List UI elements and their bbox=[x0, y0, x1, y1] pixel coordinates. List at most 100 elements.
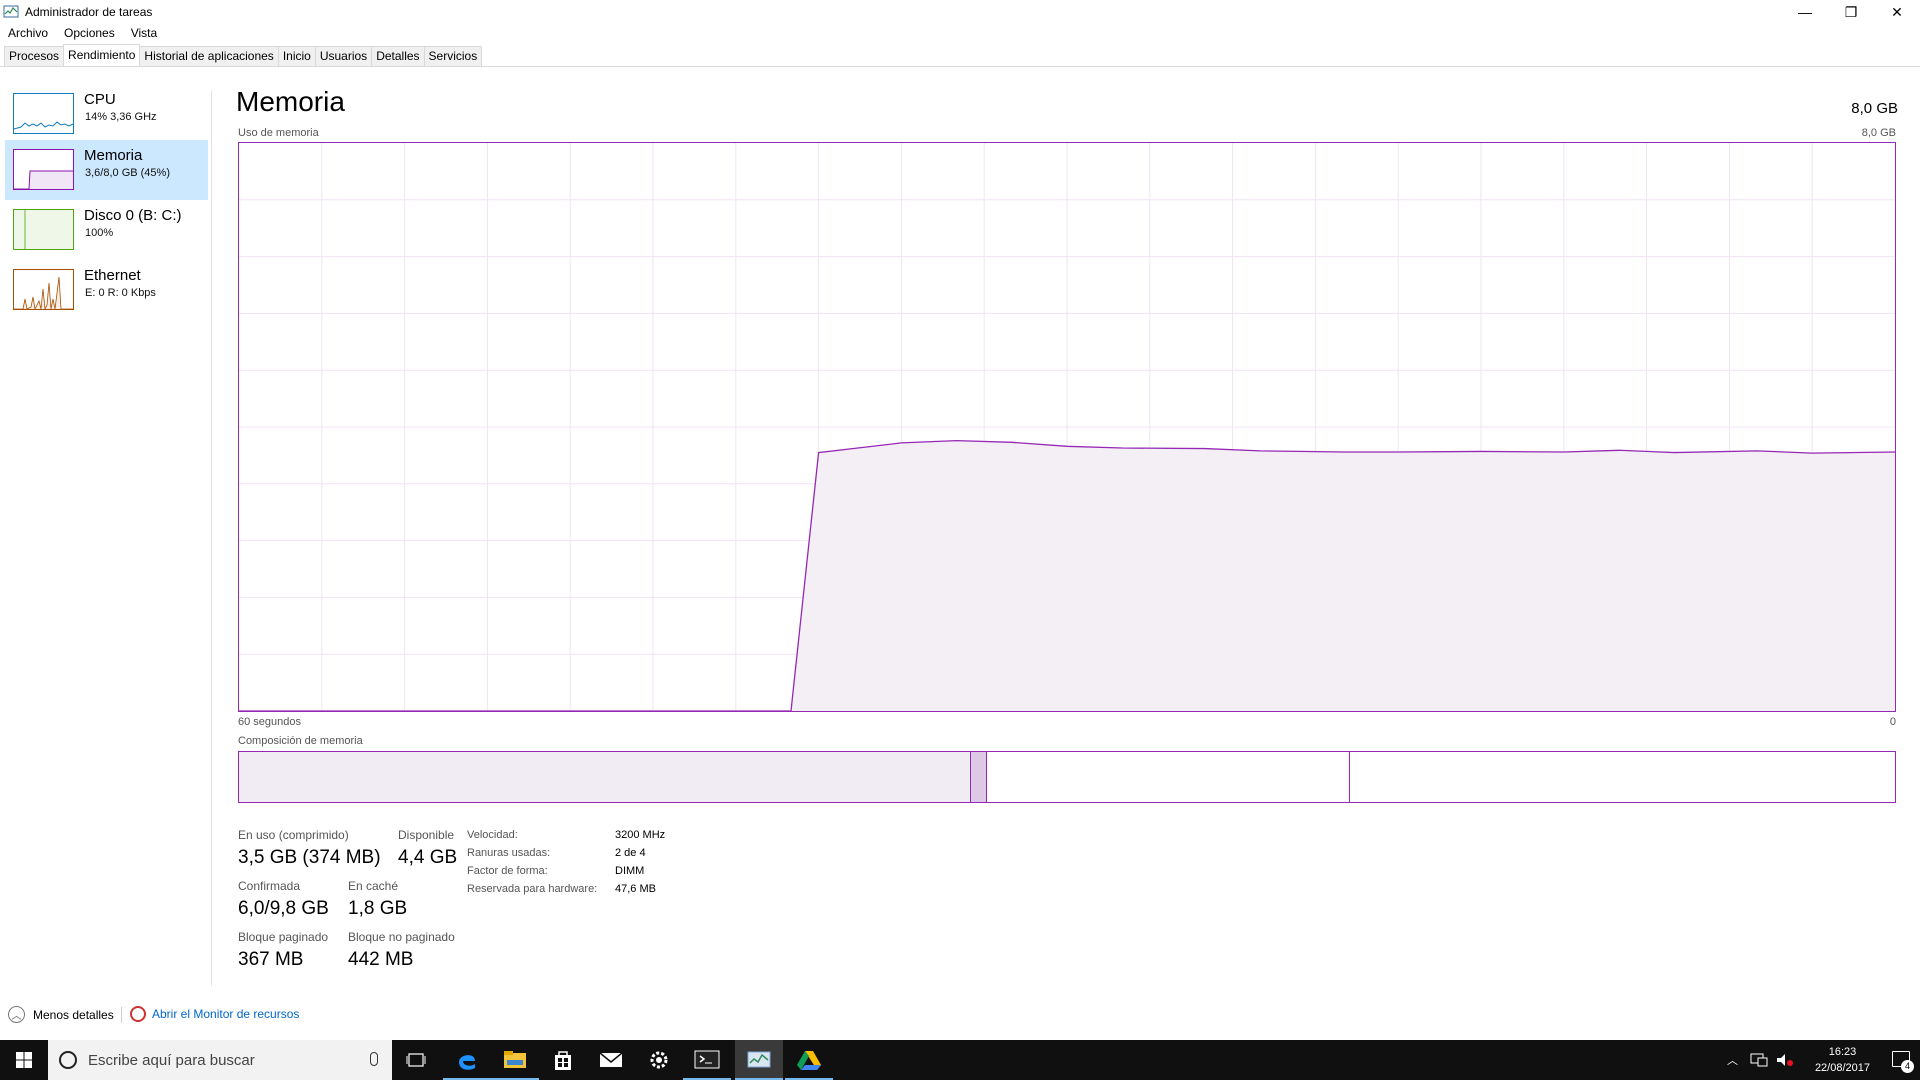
in-use-label: En uso (comprimido) bbox=[238, 828, 349, 842]
microphone-icon[interactable] bbox=[370, 1052, 378, 1066]
graph-time-right: 0 bbox=[1889, 716, 1896, 728]
memory-usage-graph bbox=[238, 142, 1896, 712]
tab-strip: Procesos Rendimiento Historial de aplica… bbox=[4, 44, 483, 67]
nonpaged-pool-value: 442 MB bbox=[348, 949, 414, 970]
memory-thumbnail bbox=[13, 149, 74, 190]
form-factor-label: Factor de forma: bbox=[467, 865, 548, 877]
memory-composition-bar[interactable] bbox=[238, 751, 1896, 803]
sidebar-item-label: Memoria bbox=[84, 147, 143, 164]
chevron-up-icon: ︿ bbox=[8, 1006, 25, 1023]
task-manager-taskbar-icon[interactable] bbox=[735, 1040, 783, 1080]
menu-archivo[interactable]: Archivo bbox=[0, 24, 56, 43]
graph-time-left: 60 segundos bbox=[238, 716, 301, 728]
sidebar-item-label: Ethernet bbox=[84, 267, 141, 284]
sidebar-item-detail: E: 0 R: 0 Kbps bbox=[85, 287, 156, 299]
clock-time: 16:23 bbox=[1828, 1046, 1857, 1058]
slots-label: Ranuras usadas: bbox=[467, 847, 551, 859]
settings-gear-icon[interactable] bbox=[635, 1040, 683, 1080]
fewer-details-label: Menos detalles bbox=[33, 1007, 114, 1022]
cortana-icon bbox=[59, 1051, 77, 1069]
paged-pool-label: Bloque paginado bbox=[238, 930, 329, 944]
volume-muted-icon[interactable] bbox=[1776, 1053, 1794, 1067]
memory-usage-chart bbox=[239, 143, 1895, 711]
footer: ︿ Menos detalles Abrir el Monitor de rec… bbox=[0, 1002, 1920, 1028]
sidebar: CPU 14% 3,36 GHz Memoria 3,6/8,0 GB (45%… bbox=[0, 67, 211, 982]
composition-label: Composición de memoria bbox=[238, 735, 363, 747]
menu-vista[interactable]: Vista bbox=[123, 24, 165, 43]
taskbar-clock[interactable]: 16:23 22/08/2017 bbox=[1815, 1044, 1870, 1076]
disk-thumbnail bbox=[13, 209, 74, 250]
graph-max-label: 8,0 GB bbox=[1861, 127, 1896, 139]
google-drive-icon[interactable] bbox=[785, 1040, 833, 1080]
minimize-button[interactable]: — bbox=[1782, 0, 1828, 24]
form-factor-value: DIMM bbox=[615, 865, 645, 877]
cached-label: En caché bbox=[348, 879, 399, 893]
paged-pool-value: 367 MB bbox=[238, 949, 304, 970]
sidebar-item-detail: 3,6/8,0 GB (45%) bbox=[85, 167, 170, 179]
resource-monitor-icon bbox=[130, 1006, 146, 1022]
sidebar-item-detail: 100% bbox=[85, 227, 114, 239]
taskbar-search[interactable]: Escribe aquí para buscar bbox=[48, 1040, 392, 1080]
clock-date: 22/08/2017 bbox=[1814, 1062, 1870, 1074]
mail-icon[interactable] bbox=[587, 1040, 635, 1080]
available-label: Disponible bbox=[398, 828, 455, 842]
slots-value: 2 de 4 bbox=[615, 847, 646, 859]
tab-rendimiento[interactable]: Rendimiento bbox=[63, 44, 141, 66]
windows-logo-icon bbox=[16, 1052, 32, 1068]
free-segment[interactable] bbox=[1350, 752, 1895, 802]
cached-value: 1,8 GB bbox=[348, 898, 408, 919]
fewer-details-button[interactable]: ︿ Menos detalles bbox=[8, 1006, 114, 1023]
tab-inicio[interactable]: Inicio bbox=[277, 46, 316, 66]
tab-historial[interactable]: Historial de aplicaciones bbox=[139, 46, 279, 66]
cpu-thumbnail bbox=[13, 93, 74, 134]
committed-label: Confirmada bbox=[238, 879, 301, 893]
system-tray: ︿ bbox=[1727, 1040, 1794, 1080]
task-view-icon[interactable] bbox=[392, 1040, 440, 1080]
tab-detalles[interactable]: Detalles bbox=[371, 46, 425, 66]
notification-count-badge: 4 bbox=[1901, 1060, 1914, 1073]
window-title: Administrador de tareas bbox=[25, 5, 153, 19]
nonpaged-pool-label: Bloque no paginado bbox=[348, 930, 455, 944]
tab-usuarios[interactable]: Usuarios bbox=[314, 46, 373, 66]
footer-separator bbox=[121, 1007, 122, 1023]
search-placeholder: Escribe aquí para buscar bbox=[88, 1051, 255, 1069]
hardware-reserved-label: Reservada para hardware: bbox=[467, 883, 598, 895]
tray-chevron-up-icon[interactable]: ︿ bbox=[1727, 1052, 1738, 1068]
sidebar-item-memoria[interactable]: Memoria 3,6/8,0 GB (45%) bbox=[5, 140, 208, 200]
terminal-app-icon[interactable] bbox=[683, 1040, 731, 1080]
available-value: 4,4 GB bbox=[398, 847, 458, 868]
sidebar-item-disco[interactable]: Disco 0 (B: C:) 100% bbox=[5, 200, 208, 260]
sidebar-item-detail: 14% 3,36 GHz bbox=[85, 111, 157, 123]
resource-monitor-link[interactable]: Abrir el Monitor de recursos bbox=[130, 1006, 299, 1022]
sidebar-item-ethernet[interactable]: Ethernet E: 0 R: 0 Kbps bbox=[5, 260, 208, 320]
start-button[interactable] bbox=[0, 1040, 48, 1080]
network-icon[interactable] bbox=[1750, 1053, 1768, 1067]
modified-segment[interactable] bbox=[970, 752, 988, 802]
file-explorer-icon[interactable] bbox=[491, 1040, 539, 1080]
in-use-segment[interactable] bbox=[239, 752, 971, 802]
task-manager-icon bbox=[3, 5, 19, 18]
page-title: Memoria bbox=[236, 86, 345, 117]
taskbar: Escribe aquí para buscar ︿ 16:23 22/08/2… bbox=[0, 1040, 1920, 1080]
menu-bar: Archivo Opciones Vista bbox=[0, 24, 165, 43]
menu-opciones[interactable]: Opciones bbox=[56, 24, 123, 43]
standby-segment[interactable] bbox=[987, 752, 1351, 802]
tab-servicios[interactable]: Servicios bbox=[423, 46, 483, 66]
hardware-reserved-value: 47,6 MB bbox=[615, 883, 656, 895]
sidebar-item-label: Disco 0 (B: C:) bbox=[84, 207, 182, 224]
restore-button[interactable]: ❐ bbox=[1828, 0, 1874, 24]
store-icon[interactable] bbox=[539, 1040, 587, 1080]
close-button[interactable]: ✕ bbox=[1874, 0, 1920, 24]
sidebar-item-cpu[interactable]: CPU 14% 3,36 GHz bbox=[5, 84, 208, 144]
speed-value: 3200 MHz bbox=[615, 829, 666, 841]
tab-procesos[interactable]: Procesos bbox=[4, 46, 65, 66]
in-use-value: 3,5 GB (374 MB) bbox=[238, 847, 381, 868]
ethernet-thumbnail bbox=[13, 269, 74, 310]
committed-value: 6,0/9,8 GB bbox=[238, 898, 329, 919]
sidebar-divider bbox=[211, 90, 212, 986]
title-bar: Administrador de tareas — ❐ ✕ bbox=[0, 0, 1920, 24]
speed-label: Velocidad: bbox=[467, 829, 518, 841]
sidebar-item-label: CPU bbox=[84, 91, 116, 108]
graph-label: Uso de memoria bbox=[238, 127, 319, 139]
edge-browser-icon[interactable] bbox=[443, 1040, 491, 1080]
